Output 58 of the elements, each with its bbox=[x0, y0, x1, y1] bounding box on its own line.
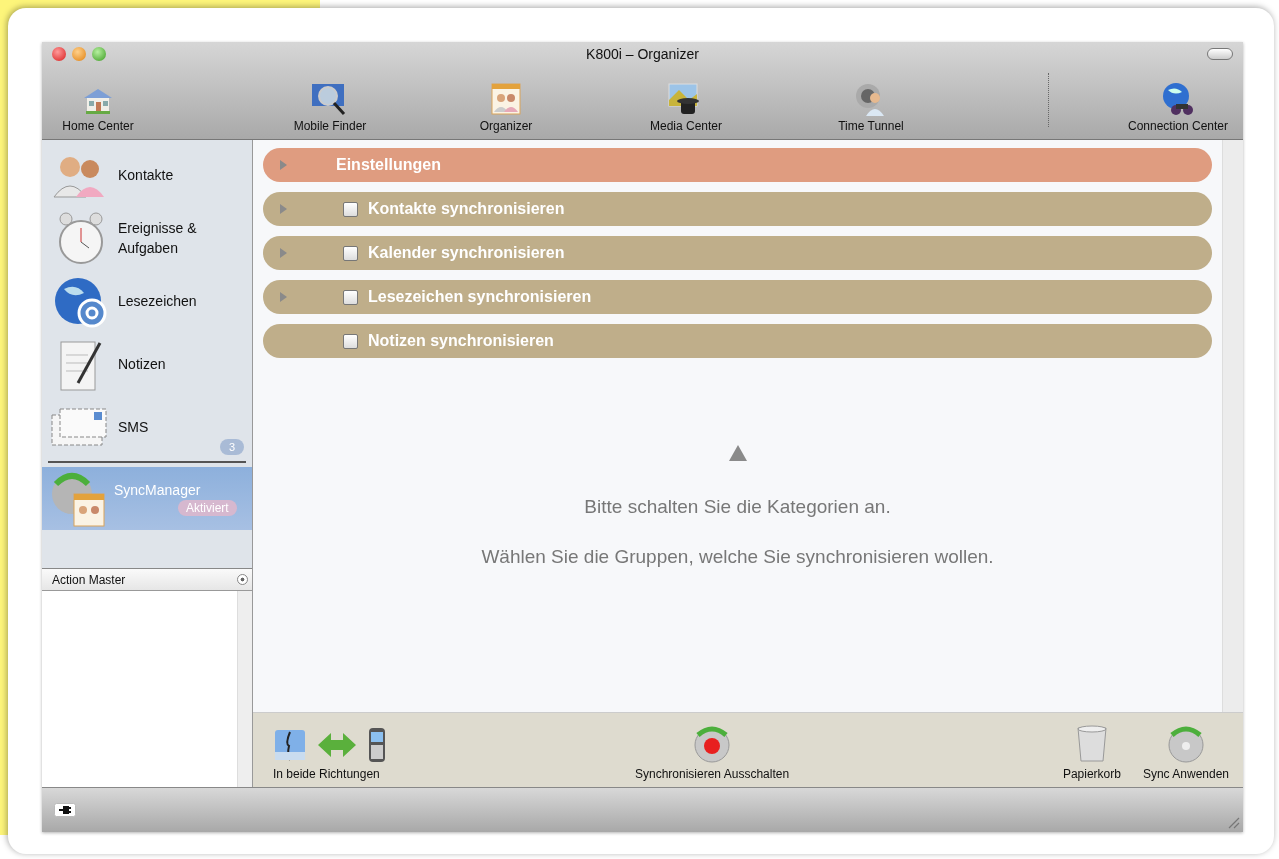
hint-text: Bitte schalten Sie die Kategorien an. bbox=[584, 496, 891, 518]
section-label: Lesezeichen synchronisieren bbox=[368, 288, 592, 306]
sidebar-item-label: Lesezeichen bbox=[118, 291, 198, 311]
sync-direction-button[interactable]: In beide Richtungen bbox=[273, 727, 387, 781]
zoom-button[interactable] bbox=[92, 47, 106, 61]
toolbar-button[interactable]: Organizer bbox=[450, 82, 562, 133]
disclosure-icon[interactable] bbox=[280, 248, 287, 258]
finder-face-icon bbox=[273, 728, 307, 762]
house-icon bbox=[82, 86, 114, 116]
minimize-button[interactable] bbox=[72, 47, 86, 61]
count-badge: 3 bbox=[219, 439, 244, 455]
panel-title: Action Master bbox=[52, 572, 126, 587]
record-disc-icon bbox=[692, 725, 733, 763]
checkbox[interactable] bbox=[343, 201, 358, 217]
hint-text: Wählen Sie die Gruppen, welche Sie synchronisieren wollen. bbox=[481, 546, 994, 568]
section-label: Kontakte synchronisieren bbox=[368, 200, 565, 218]
sidebar-item[interactable]: Notizen bbox=[42, 333, 252, 396]
resize-grip-icon[interactable] bbox=[1226, 815, 1240, 829]
disclosure-icon[interactable] bbox=[280, 292, 287, 302]
toolbar-button[interactable]: Time Tunnel bbox=[815, 82, 927, 133]
sidebar-item[interactable]: Ereignisse & Aufgaben bbox=[42, 207, 252, 270]
toolbar-button[interactable]: Mobile Finder bbox=[274, 82, 386, 133]
sync-disc-icon bbox=[1165, 725, 1206, 763]
status-badge: Aktiviert bbox=[178, 500, 237, 517]
checkbox[interactable] bbox=[343, 333, 358, 349]
people-card-icon bbox=[490, 82, 522, 116]
checkbox[interactable] bbox=[343, 289, 358, 305]
sidebar-item-label: SyncManager bbox=[114, 480, 202, 500]
window-title: K800i – Organizer bbox=[586, 46, 699, 62]
section-label: Notizen synchronisieren bbox=[368, 332, 554, 350]
checkbox[interactable] bbox=[343, 245, 358, 261]
sidebar-item[interactable]: Kontakte bbox=[42, 144, 252, 207]
toolbar-button[interactable]: Sync Anwenden bbox=[1142, 725, 1229, 781]
toolbar-toggle-button[interactable] bbox=[1207, 48, 1233, 60]
disclosure-icon[interactable] bbox=[280, 160, 287, 170]
options-icon[interactable] bbox=[237, 574, 248, 585]
toolbar-button[interactable]: Papierkorb bbox=[1062, 725, 1121, 781]
toolbar-separator bbox=[1048, 72, 1049, 127]
sidebar-item-label: Kontakte bbox=[118, 165, 175, 185]
double-arrow-icon bbox=[317, 730, 357, 760]
sidebar-item-label: Ereignisse & Aufgaben bbox=[118, 218, 198, 258]
section-label: Einstellungen bbox=[336, 156, 441, 174]
toolbar-button[interactable]: Home Center bbox=[42, 86, 154, 133]
plug-icon bbox=[54, 803, 76, 817]
toolbar-button[interactable]: Connection Center bbox=[1113, 82, 1243, 133]
sidebar-item[interactable]: SMS 3 bbox=[42, 396, 252, 459]
close-button[interactable] bbox=[52, 47, 66, 61]
sidebar-item-label: SMS bbox=[118, 417, 150, 437]
sidebar-item[interactable]: Lesezeichen bbox=[42, 270, 252, 333]
up-triangle-icon bbox=[727, 444, 748, 462]
sync-off-button[interactable]: Synchronisieren Ausschalten bbox=[635, 725, 790, 781]
sidebar-item-label: Notizen bbox=[118, 354, 167, 374]
globe-binoculars-icon bbox=[1160, 82, 1196, 116]
trash-icon bbox=[1074, 725, 1109, 763]
phone-icon bbox=[367, 727, 387, 763]
section-label: Kalender synchronisieren bbox=[368, 244, 565, 262]
disclosure-icon[interactable] bbox=[280, 204, 287, 214]
toolbar-button[interactable]: Media Center bbox=[630, 82, 742, 133]
